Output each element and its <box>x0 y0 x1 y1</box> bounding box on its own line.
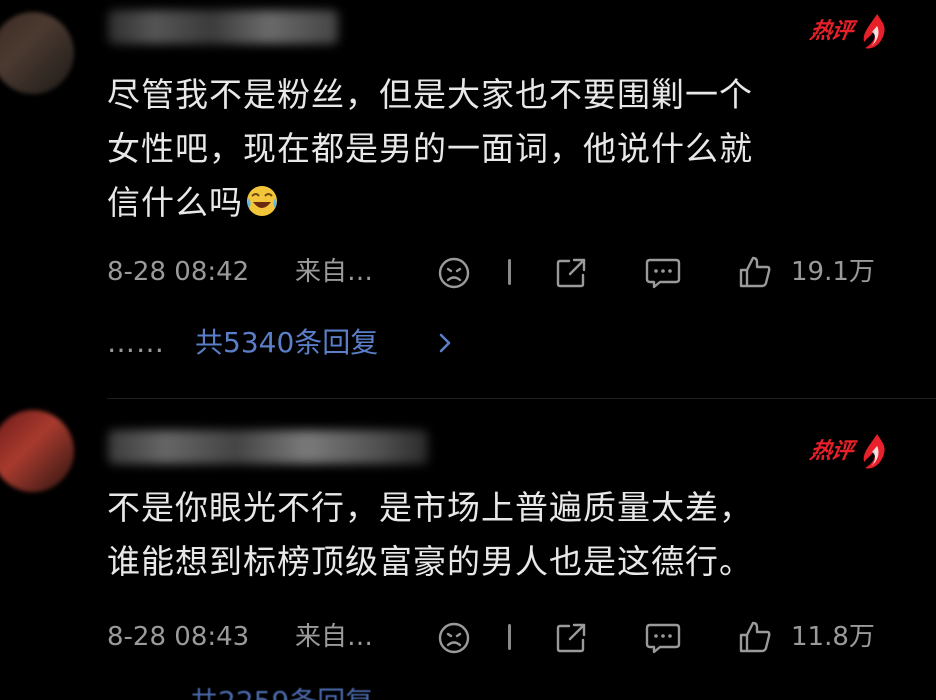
comment-line: 女性吧，现在都是男的一面词，他说什么就 <box>107 129 753 168</box>
comment-card: 热评 尽管我不是粉丝，但是大家也不要围剿一个 女性吧，现在都是男的一面词，他说什… <box>0 0 936 399</box>
share-icon[interactable] <box>554 621 588 655</box>
replies-prefix: …… <box>107 326 165 359</box>
chevron-right-icon[interactable] <box>435 323 455 363</box>
view-replies-link-partial[interactable]: 共2259条回复 <box>190 688 450 700</box>
comment-bubble-icon[interactable] <box>644 256 682 290</box>
comment-card: 热评 不是你眼光不行，是市场上普遍质量太差， 谁能想到标榜顶级富豪的男人也是这德… <box>0 400 936 700</box>
comment-source[interactable]: 来自… <box>295 252 373 292</box>
hot-badge-label: 热评 <box>807 439 855 464</box>
thumbs-up-icon[interactable] <box>737 619 773 655</box>
hot-badge-label: 热评 <box>807 19 855 44</box>
comment-list: 热评 尽管我不是粉丝，但是大家也不要围剿一个 女性吧，现在都是男的一面词，他说什… <box>0 0 936 700</box>
comment-time: 8-28 08:42 <box>107 257 250 287</box>
comment-source[interactable]: 来自… <box>295 617 373 657</box>
divider <box>508 624 511 650</box>
comment-line: 谁能想到标榜顶级富豪的男人也是这德行。 <box>107 542 753 581</box>
flame-icon <box>863 14 885 49</box>
laughing-crying-emoji-icon <box>247 186 277 216</box>
share-icon[interactable] <box>554 256 588 290</box>
comment-line: 不是你眼光不行，是市场上普遍质量太差， <box>107 488 753 527</box>
hot-comment-badge: 热评 <box>806 12 885 52</box>
comment-time: 8-28 08:43 <box>107 622 250 652</box>
comment-meta: 8-28 08:43 来自… 11.8万 <box>107 617 907 657</box>
username-blurred[interactable] <box>108 10 338 44</box>
comment-line-last: 信什么吗 <box>107 176 907 230</box>
comment-meta: 8-28 08:42 来自… 19.1万 <box>107 252 907 292</box>
comment-text: 尽管我不是粉丝，但是大家也不要围剿一个 女性吧，现在都是男的一面词，他说什么就 … <box>107 68 907 230</box>
dislike-face-icon[interactable] <box>437 621 471 655</box>
view-replies-link[interactable]: 共5340条回复 <box>195 323 378 363</box>
dislike-face-icon[interactable] <box>437 256 471 290</box>
comment-line-text: 信什么吗 <box>107 183 243 222</box>
flame-icon <box>863 434 885 469</box>
comment-text: 不是你眼光不行，是市场上普遍质量太差， 谁能想到标榜顶级富豪的男人也是这德行。 <box>107 481 907 589</box>
avatar[interactable] <box>0 12 74 94</box>
thumbs-up-icon[interactable] <box>737 254 773 290</box>
username-blurred[interactable] <box>108 430 428 464</box>
like-count: 19.1万 <box>791 257 875 287</box>
like-count: 11.8万 <box>791 622 875 652</box>
divider <box>508 259 511 285</box>
comment-bubble-icon[interactable] <box>644 621 682 655</box>
hot-comment-badge: 热评 <box>806 432 885 472</box>
comment-line: 尽管我不是粉丝，但是大家也不要围剿一个 <box>107 75 753 114</box>
avatar[interactable] <box>0 410 74 492</box>
divider <box>107 398 936 399</box>
